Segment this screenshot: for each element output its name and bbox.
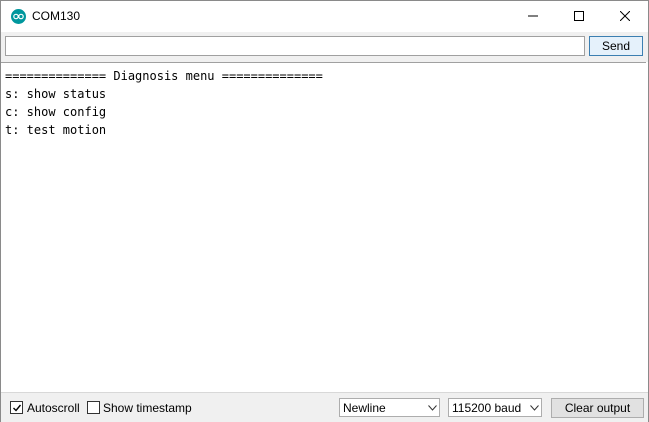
status-bar: Autoscroll Show timestamp Newline 115200… bbox=[1, 392, 648, 422]
title-bar[interactable]: COM130 bbox=[1, 1, 648, 32]
maximize-button[interactable] bbox=[556, 1, 602, 31]
output-line: c: show config bbox=[5, 105, 107, 119]
checkmark-icon bbox=[12, 404, 21, 412]
serial-output[interactable]: ============== Diagnosis menu ==========… bbox=[1, 62, 646, 393]
minimize-button[interactable] bbox=[510, 1, 556, 31]
line-ending-select[interactable]: Newline bbox=[339, 398, 440, 417]
minimize-icon bbox=[528, 15, 538, 17]
close-icon bbox=[620, 11, 630, 21]
autoscroll-label[interactable]: Autoscroll bbox=[27, 401, 80, 415]
serial-input[interactable] bbox=[5, 36, 585, 56]
maximize-icon bbox=[574, 11, 584, 21]
serial-monitor-window: COM130 Send ============== Diagnosis men… bbox=[0, 0, 649, 422]
line-ending-value: Newline bbox=[343, 400, 386, 415]
autoscroll-checkbox[interactable] bbox=[10, 401, 23, 414]
close-button[interactable] bbox=[602, 1, 648, 31]
chevron-down-icon bbox=[425, 404, 439, 411]
output-line: ============== Diagnosis menu ==========… bbox=[5, 69, 323, 83]
window-title: COM130 bbox=[32, 9, 81, 23]
chevron-down-icon bbox=[527, 404, 541, 411]
timestamp-checkbox[interactable] bbox=[87, 401, 100, 414]
output-line: s: show status bbox=[5, 87, 107, 101]
arduino-icon bbox=[11, 9, 26, 24]
output-line: t: test motion bbox=[5, 123, 107, 137]
send-button[interactable]: Send bbox=[589, 36, 643, 56]
baud-rate-value: 115200 baud bbox=[452, 400, 522, 415]
clear-output-button[interactable]: Clear output bbox=[551, 398, 644, 418]
baud-rate-select[interactable]: 115200 baud bbox=[448, 398, 542, 417]
send-row: Send bbox=[1, 32, 648, 62]
timestamp-label[interactable]: Show timestamp bbox=[103, 401, 192, 415]
